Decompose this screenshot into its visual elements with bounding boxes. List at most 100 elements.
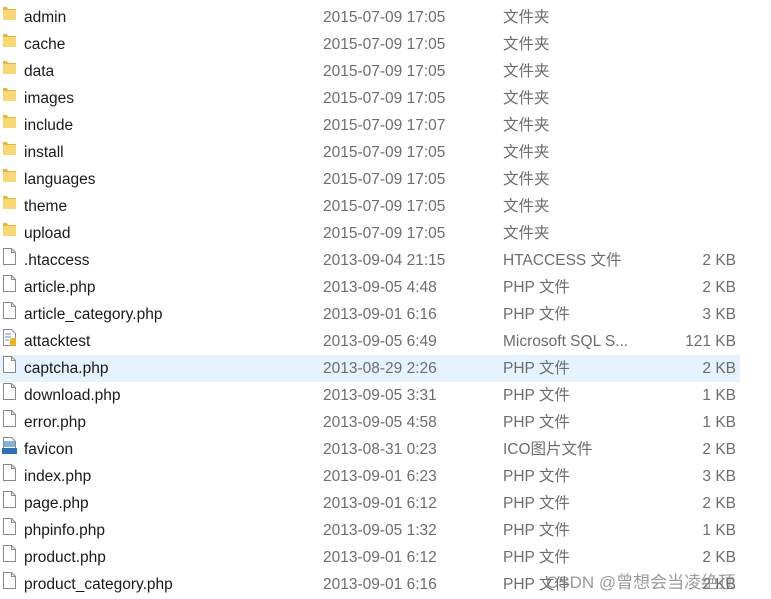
file-name: product_category.php [24,576,173,593]
file-date: 2013-09-01 6:16 [323,576,437,593]
file-date: 2013-09-04 21:15 [323,252,446,269]
file-date: 2013-09-01 6:16 [323,306,437,323]
file-row[interactable]: images 2015-07-09 17:05 文件夹 [0,85,740,112]
file-date: 2013-09-01 6:12 [323,495,437,512]
file-row[interactable]: attacktest 2013-09-05 6:49 Microsoft SQL… [0,328,740,355]
file-type: 文件夹 [503,144,550,161]
file-size: 2 KB [702,549,736,566]
file-date: 2013-09-05 1:32 [323,522,437,539]
file-name: article.php [24,279,96,296]
file-name: .htaccess [24,252,90,269]
folder-icon [2,139,17,156]
file-name: data [24,63,55,80]
file-size: 3 KB [702,306,736,323]
file-name: attacktest [24,333,91,350]
file-size: 2 KB [702,252,736,269]
file-row[interactable]: upload 2015-07-09 17:05 文件夹 [0,220,740,247]
file-row[interactable]: captcha.php 2013-08-29 2:26 PHP 文件 2 KB [0,355,740,382]
file-name: index.php [24,468,92,485]
file-name: install [24,144,64,161]
file-size: 1 KB [702,414,736,431]
file-type: 文件夹 [503,36,550,53]
file-row[interactable]: phpinfo.php 2013-09-05 1:32 PHP 文件 1 KB [0,517,740,544]
file-row[interactable]: product.php 2013-09-01 6:12 PHP 文件 2 KB [0,544,740,571]
file-icon [2,409,17,427]
file-row[interactable]: page.php 2013-09-01 6:12 PHP 文件 2 KB [0,490,740,517]
file-name: images [24,90,74,107]
file-row[interactable]: languages 2015-07-09 17:05 文件夹 [0,166,740,193]
file-type: PHP 文件 [503,414,570,431]
file-row[interactable]: include 2015-07-09 17:07 文件夹 [0,112,740,139]
file-icon [2,382,17,400]
file-icon [2,544,17,562]
file-type: 文件夹 [503,90,550,107]
file-name: page.php [24,495,89,512]
file-type: HTACCESS 文件 [503,252,622,269]
file-date: 2015-07-09 17:05 [323,90,446,107]
folder-icon [2,112,17,129]
file-size: 2 KB [702,279,736,296]
file-size: 2 KB [702,495,736,512]
file-name: error.php [24,414,87,431]
file-icon [2,274,17,292]
folder-icon [2,31,17,48]
file-name: upload [24,225,71,242]
file-icon [2,517,17,535]
file-row[interactable]: index.php 2013-09-01 6:23 PHP 文件 3 KB [0,463,740,490]
file-icon [2,301,17,319]
file-type: PHP 文件 [503,306,570,323]
file-date: 2015-07-09 17:05 [323,63,446,80]
file-name: cache [24,36,66,53]
folder-icon [2,220,17,237]
file-type: PHP 文件 [503,549,570,566]
file-name: product.php [24,549,106,566]
file-type: 文件夹 [503,63,550,80]
file-date: 2015-07-09 17:05 [323,36,446,53]
file-row[interactable]: data 2015-07-09 17:05 文件夹 [0,58,740,85]
file-type: 文件夹 [503,198,550,215]
file-row[interactable]: admin 2015-07-09 17:05 文件夹 [0,4,740,31]
file-list: admin 2015-07-09 17:05 文件夹 cache 2015-07… [0,4,740,598]
file-type: PHP 文件 [503,495,570,512]
file-size: 3 KB [702,468,736,485]
file-row[interactable]: .htaccess 2013-09-04 21:15 HTACCESS 文件 2… [0,247,740,274]
file-row[interactable]: article.php 2013-09-05 4:48 PHP 文件 2 KB [0,274,740,301]
file-size: 121 KB [685,333,736,350]
file-date: 2013-08-31 0:23 [323,441,437,458]
file-date: 2013-09-05 6:49 [323,333,437,350]
file-date: 2015-07-09 17:07 [323,117,446,134]
file-row[interactable]: article_category.php 2013-09-01 6:16 PHP… [0,301,740,328]
file-name: captcha.php [24,360,109,377]
file-name: languages [24,171,96,188]
file-type: Microsoft SQL S... [503,333,629,350]
folder-icon [2,85,17,102]
watermark: CSDN @曾想会当凌绝顶 [546,573,736,592]
file-date: 2013-09-05 4:58 [323,414,437,431]
file-type: 文件夹 [503,225,550,242]
file-date: 2015-07-09 17:05 [323,9,446,26]
file-row[interactable]: theme 2015-07-09 17:05 文件夹 [0,193,740,220]
file-icon [2,463,17,481]
file-date: 2015-07-09 17:05 [323,144,446,161]
file-type: PHP 文件 [503,387,570,404]
folder-icon [2,193,17,210]
file-name: theme [24,198,68,215]
file-row[interactable]: favicon 2013-08-31 0:23 ICO图片文件 2 KB [0,436,740,463]
folder-icon [2,4,17,21]
file-type: PHP 文件 [503,279,570,296]
file-date: 2015-07-09 17:05 [323,225,446,242]
file-row[interactable]: error.php 2013-09-05 4:58 PHP 文件 1 KB [0,409,740,436]
folder-icon [2,166,17,183]
file-row[interactable]: cache 2015-07-09 17:05 文件夹 [0,31,740,58]
file-icon [2,247,17,265]
ico-file-icon [2,436,17,454]
file-date: 2013-09-05 3:31 [323,387,437,404]
file-size: 1 KB [702,522,736,539]
file-row[interactable]: download.php 2013-09-05 3:31 PHP 文件 1 KB [0,382,740,409]
file-type: PHP 文件 [503,468,570,485]
file-row[interactable]: install 2015-07-09 17:05 文件夹 [0,139,740,166]
file-date: 2013-09-05 4:48 [323,279,437,296]
file-icon [2,490,17,508]
file-date: 2013-09-01 6:23 [323,468,437,485]
file-type: PHP 文件 [503,360,570,377]
